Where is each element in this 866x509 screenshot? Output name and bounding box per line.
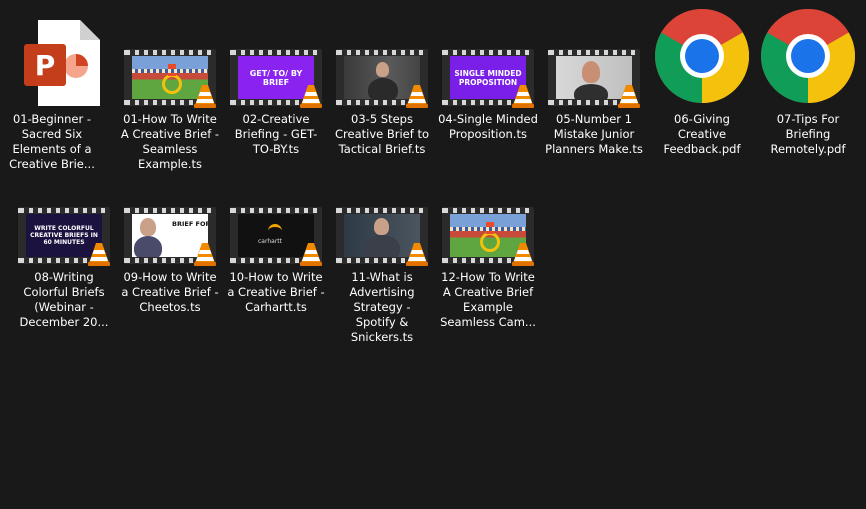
file-thumbnail: GET/ TO/ BY BRIEF (226, 8, 326, 108)
vlc-cone-icon (88, 243, 110, 266)
file-thumbnail (332, 166, 432, 266)
file-thumbnail: BRIEF FORMU (120, 166, 220, 266)
file-item-10-carhartt[interactable]: carhartt 10-How to Write a Creative Brie… (226, 166, 326, 326)
vlc-cone-icon (618, 85, 640, 108)
file-item-08-writing-colorful-briefs[interactable]: WRITE COLORFUL CREATIVE BRIEFS IN 60 MIN… (14, 166, 114, 329)
vlc-cone-icon (194, 243, 216, 266)
file-item-04-single-minded[interactable]: SINGLE MINDED PROPOSITION 04-Single Mind… (438, 8, 538, 168)
file-thumbnail: carhartt (226, 166, 326, 266)
file-item-05-number-1-mistake[interactable]: 05-Number 1 Mistake Junior Planners Make… (544, 8, 644, 168)
file-label: 01-Beginner - Sacred Six Elements of a C… (9, 112, 95, 171)
file-item-01-how-to-write[interactable]: 01-How To Write A Creative Brief - Seaml… (120, 8, 220, 171)
file-label: 11-What is Advertising Strategy - Spotif… (349, 270, 415, 344)
file-thumbnail: P (2, 8, 102, 108)
vlc-cone-icon (300, 85, 322, 108)
file-label: 09-How to Write a Creative Brief - Cheet… (121, 270, 219, 314)
file-thumbnail (438, 166, 538, 266)
file-label: 03-5 Steps Creative Brief to Tactical Br… (334, 112, 429, 156)
file-item-12-seamless-campaign[interactable]: 12-How To Write A Creative Brief Example… (438, 166, 538, 329)
svg-text:P: P (35, 49, 56, 82)
file-label: 10-How to Write a Creative Brief - Carha… (227, 270, 325, 314)
chrome-icon (761, 9, 855, 103)
file-item-01-beginner[interactable]: P 01-Beginner - Sacred Six Elements of a… (2, 8, 102, 171)
file-item-02-get-to-by[interactable]: GET/ TO/ BY BRIEF 02-Creative Briefing -… (226, 8, 326, 168)
file-thumbnail (758, 8, 858, 108)
thumbnail-title: BRIEF FORMU (172, 220, 208, 228)
vlc-cone-icon (406, 243, 428, 266)
file-label: 07-Tips For Briefing Remotely.pdf (770, 112, 846, 156)
file-thumbnail: WRITE COLORFUL CREATIVE BRIEFS IN 60 MIN… (14, 166, 114, 266)
chrome-icon (655, 9, 749, 103)
file-thumbnail (652, 8, 752, 108)
file-thumbnail (544, 8, 644, 108)
file-item-06-giving-creative-feedback[interactable]: 06-Giving Creative Feedback.pdf (652, 8, 752, 168)
file-thumbnail (332, 8, 432, 108)
file-item-11-advertising-strategy[interactable]: 11-What is Advertising Strategy - Spotif… (332, 166, 432, 344)
file-label: 08-Writing Colorful Briefs (Webinar - De… (19, 270, 109, 329)
thumbnail-title: carhartt (258, 238, 282, 245)
file-grid: P 01-Beginner - Sacred Six Elements of a… (0, 0, 866, 509)
file-label: 01-How To Write A Creative Brief - Seaml… (120, 112, 220, 171)
file-label: 02-Creative Briefing - GET-TO-BY.ts (234, 112, 318, 156)
file-thumbnail: SINGLE MINDED PROPOSITION (438, 8, 538, 108)
file-item-07-tips-briefing-remotely[interactable]: 07-Tips For Briefing Remotely.pdf (758, 8, 858, 168)
file-item-09-cheetos[interactable]: BRIEF FORMU 09-How to Write a Creative B… (120, 166, 220, 326)
vlc-cone-icon (512, 243, 534, 266)
file-item-03-5-steps[interactable]: 03-5 Steps Creative Brief to Tactical Br… (332, 8, 432, 168)
file-label: 04-Single Minded Proposition.ts (438, 112, 538, 141)
vlc-cone-icon (512, 85, 534, 108)
file-label: 05-Number 1 Mistake Junior Planners Make… (545, 112, 643, 156)
file-label: 12-How To Write A Creative Brief Example… (440, 270, 536, 329)
powerpoint-icon: P (24, 20, 100, 106)
file-label: 06-Giving Creative Feedback.pdf (663, 112, 741, 156)
vlc-cone-icon (300, 243, 322, 266)
vlc-cone-icon (194, 85, 216, 108)
file-thumbnail (120, 8, 220, 108)
vlc-cone-icon (406, 85, 428, 108)
